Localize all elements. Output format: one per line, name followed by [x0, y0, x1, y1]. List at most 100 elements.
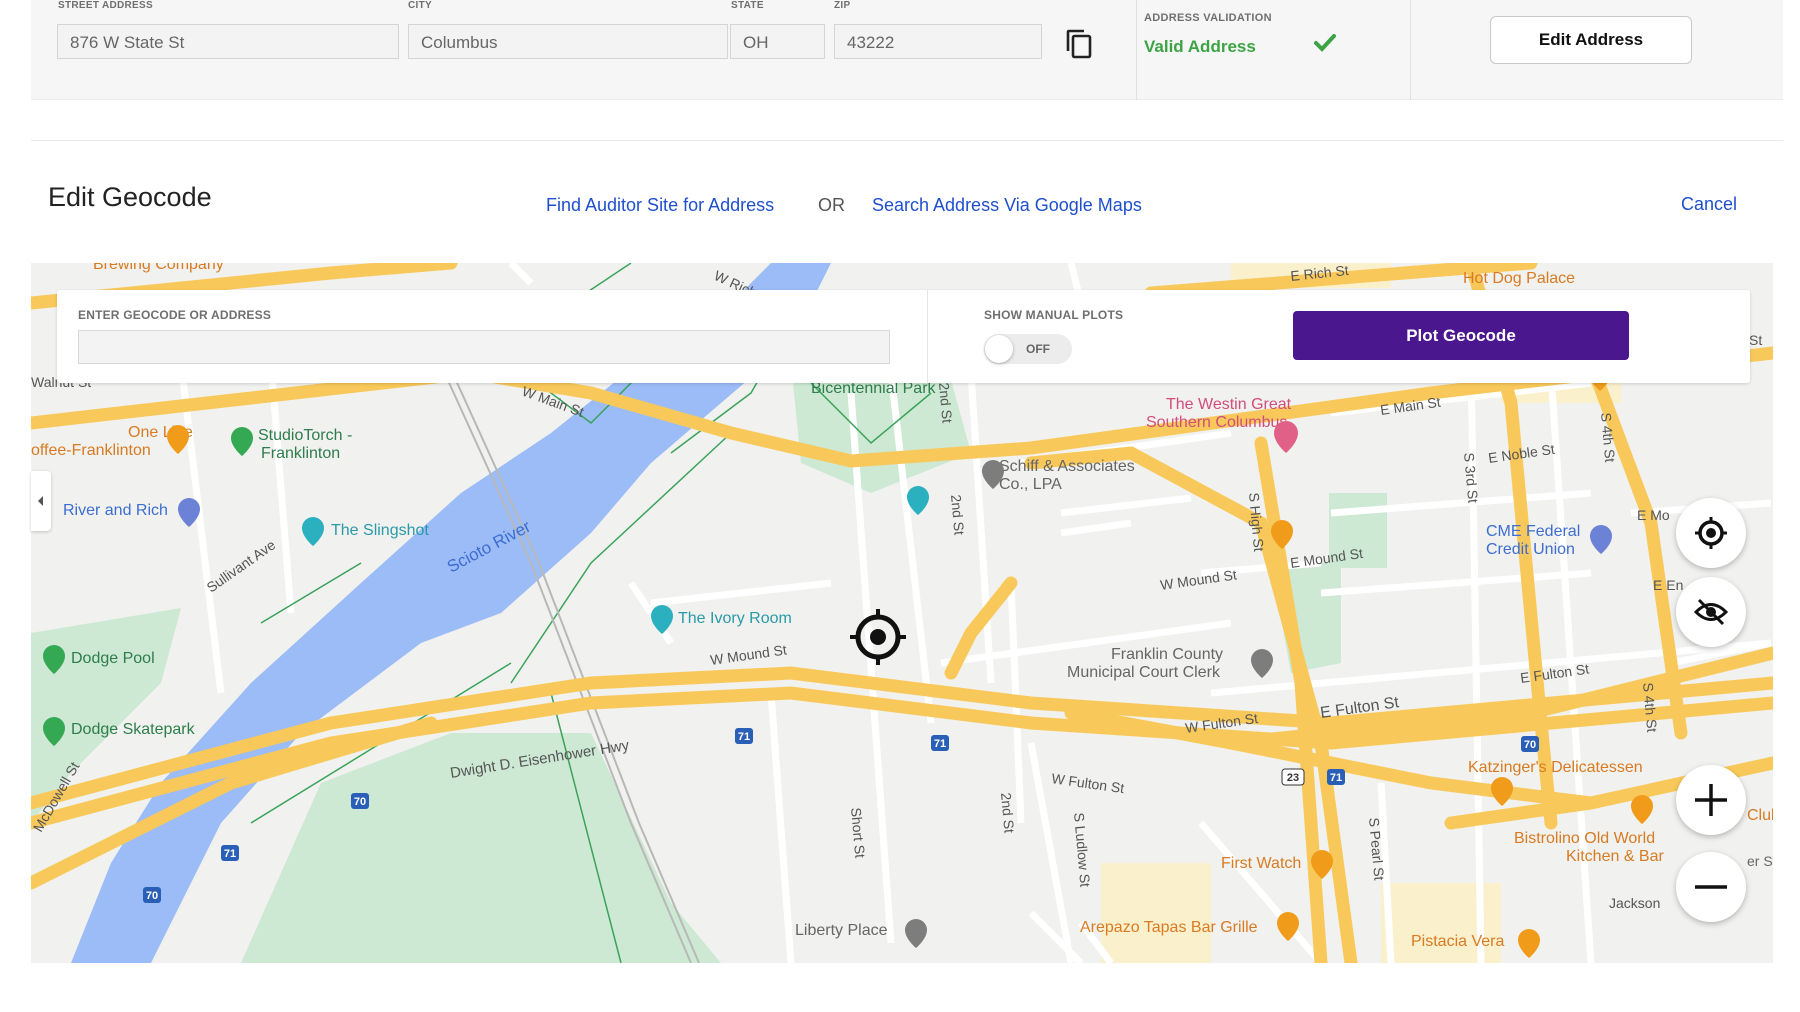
chevron-left-icon [38, 496, 43, 506]
poi-label: Southern Columbus [1146, 414, 1287, 431]
svg-text:70: 70 [1524, 739, 1536, 751]
museum-pin-icon [302, 517, 324, 546]
state-field[interactable]: OH [730, 24, 825, 59]
poi-label: Bistrolino Old World [1514, 830, 1655, 847]
zoom-in-button[interactable] [1676, 765, 1746, 835]
check-icon [1314, 34, 1336, 52]
street-label: E Mo [1637, 507, 1670, 523]
manual-plots-toggle[interactable]: OFF [984, 334, 1072, 364]
poi-label: StudioTorch - [258, 427, 352, 444]
poi-label: offee-Franklinton [31, 442, 151, 459]
street-label: 2nd St [948, 494, 967, 536]
food-pin-icon [1631, 795, 1653, 824]
validation-status: Valid Address [1144, 37, 1256, 56]
street-label: W Mound St [1159, 566, 1238, 593]
interstate-shield-icon: 70 [143, 887, 161, 903]
poi-label: Hot Dog Palace [1463, 270, 1575, 287]
divider [1410, 0, 1411, 100]
street-label: S 3rd St [1461, 452, 1481, 504]
poi-label: Club [1747, 807, 1773, 824]
divider [927, 290, 928, 383]
poi-label: Liberty Place [795, 922, 888, 939]
bank-pin-icon [1590, 525, 1612, 554]
zip-label: ZIP [834, 0, 851, 11]
section-divider [31, 140, 1783, 141]
poi-label: Pistacia Vera [1411, 933, 1504, 950]
food-pin-icon [167, 425, 189, 454]
hotel-pin-icon [1274, 421, 1298, 453]
street-field[interactable]: 876 W State St [57, 24, 399, 59]
cancel-link[interactable]: Cancel [1681, 194, 1737, 215]
plus-icon [1695, 784, 1727, 816]
street-label: S Ludlow St [1071, 812, 1093, 888]
street-label: Short St [848, 807, 868, 859]
poi-label: CME Federal [1486, 523, 1580, 540]
state-label: STATE [731, 0, 764, 11]
svg-text:71: 71 [1330, 772, 1342, 784]
divider [1136, 0, 1137, 100]
plot-geocode-button[interactable]: Plot Geocode [1293, 311, 1629, 360]
street-label: 2nd St [998, 792, 1017, 834]
svg-text:70: 70 [146, 890, 158, 902]
food-pin-icon [1518, 929, 1540, 958]
toggle-knob [985, 335, 1013, 363]
poi-label: The Slingshot [331, 522, 429, 539]
street-label: St [1749, 332, 1762, 348]
us-route-shield-icon: 23 [1281, 768, 1305, 786]
poi-label: Dodge Pool [71, 650, 155, 667]
street-label: STREET ADDRESS [58, 0, 153, 11]
minus-icon [1695, 885, 1727, 889]
poi-label: First Watch [1221, 855, 1301, 872]
street-label: S High St [1246, 492, 1267, 552]
edit-address-button[interactable]: Edit Address [1490, 16, 1692, 64]
street-label: Jackson [1609, 895, 1660, 911]
find-auditor-link[interactable]: Find Auditor Site for Address [546, 195, 774, 216]
city-field[interactable]: Columbus [408, 24, 728, 59]
toggle-state-label: OFF [1026, 342, 1050, 356]
place-pin-icon [178, 498, 200, 527]
svg-text:71: 71 [934, 738, 946, 750]
food-pin-icon [1491, 777, 1513, 806]
geocode-search-panel: ENTER GEOCODE OR ADDRESS SHOW MANUAL PLO… [57, 290, 1750, 383]
street-label: W Mound St [709, 641, 788, 668]
zoom-out-button[interactable] [1676, 852, 1746, 922]
poi-label: Dodge Skatepark [71, 721, 196, 738]
poi-label: Co., LPA [999, 476, 1062, 493]
zip-field[interactable]: 43222 [834, 24, 1042, 59]
google-maps-link[interactable]: Search Address Via Google Maps [872, 195, 1142, 216]
svg-text:71: 71 [224, 848, 236, 860]
poi-label: Schiff & Associates [999, 458, 1135, 475]
copy-icon[interactable] [1064, 28, 1094, 60]
poi-label: Credit Union [1486, 541, 1575, 558]
poi-label: Franklin County [1111, 646, 1223, 663]
poi-label: The Ivory Room [678, 610, 792, 627]
locate-button[interactable] [1676, 498, 1746, 568]
street-label: S 4th St [1598, 412, 1618, 463]
interstate-shield-icon: 71 [221, 845, 239, 861]
poi-label: River and Rich [63, 502, 168, 519]
poi-label: Franklinton [261, 445, 340, 462]
poi-label: Arepazo Tapas Bar Grille [1080, 919, 1258, 936]
eye-slash-icon [1693, 598, 1729, 626]
poi-label: er St [1747, 853, 1773, 869]
poi-label: Brewing Company [93, 263, 224, 273]
collapse-panel-button[interactable] [31, 471, 51, 531]
court-pin-icon [1251, 649, 1273, 678]
city-label: CITY [408, 0, 432, 11]
place-pin-icon [905, 919, 927, 948]
crosshair-icon [1695, 517, 1727, 549]
or-separator: OR [818, 195, 845, 215]
validation-label: ADDRESS VALIDATION [1144, 12, 1272, 24]
geocode-input[interactable] [78, 330, 890, 364]
street-label: Sullivant Ave [204, 536, 279, 595]
svg-text:71: 71 [738, 731, 750, 743]
poi-label: Katzinger's Delicatessen [1468, 759, 1643, 776]
geocode-input-label: ENTER GEOCODE OR ADDRESS [78, 308, 272, 322]
museum-pin-icon [651, 605, 673, 634]
interstate-shield-icon: 70 [351, 793, 369, 809]
hide-markers-button[interactable] [1676, 577, 1746, 647]
street-label: E En [1653, 577, 1683, 593]
street-label: W Fulton St [1051, 770, 1126, 796]
geocode-target-icon[interactable] [850, 609, 906, 665]
page-title: Edit Geocode [48, 182, 212, 212]
